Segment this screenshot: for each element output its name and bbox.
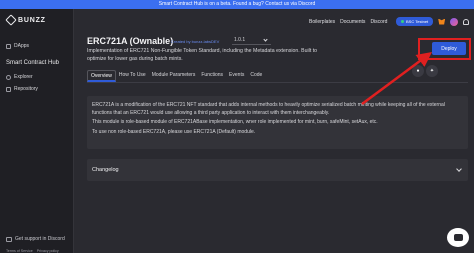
top-navigation: Boilerplates Documents Discord bbox=[309, 17, 387, 26]
contract-title: ERC721A (Ownable) bbox=[87, 36, 174, 46]
chat-icon bbox=[453, 234, 463, 241]
repository-icon bbox=[6, 86, 11, 92]
sidebar-item-label: Explorer bbox=[14, 74, 33, 80]
bunzz-logo-icon bbox=[5, 14, 17, 26]
contract-description: Implementation of ERC721 Non-Fungible To… bbox=[87, 48, 318, 62]
changelog-accordion[interactable]: Changelog bbox=[87, 159, 468, 181]
logo-text: BUNZZ bbox=[18, 16, 46, 24]
privacy-link[interactable]: Privacy policy bbox=[37, 249, 59, 253]
tab-code[interactable]: Code bbox=[247, 70, 265, 82]
sidebar-section-title: Smart Contract Hub bbox=[6, 60, 60, 66]
top-right-controls: BSC Testnet bbox=[396, 17, 470, 26]
nav-discord[interactable]: Discord bbox=[370, 19, 387, 25]
chat-button[interactable] bbox=[447, 228, 469, 247]
overview-paragraph: This module is role-based module of ERC7… bbox=[92, 119, 378, 125]
bunzz-logo[interactable]: BUNZZ bbox=[5, 14, 46, 26]
avatar[interactable] bbox=[450, 17, 459, 26]
tab-functions[interactable]: Functions bbox=[198, 70, 226, 82]
sidebar: BUNZZ DApps Smart Contract Hub Explorer … bbox=[0, 9, 74, 253]
created-by-link[interactable]: Created by bunzz-labsDEV bbox=[171, 39, 219, 44]
overview-paragraph: ERC721A is a modification of the ERC721 … bbox=[92, 102, 445, 116]
nav-documents[interactable]: Documents bbox=[340, 19, 365, 25]
announcement-banner: Smart Contract Hub is on a beta. Found a… bbox=[0, 0, 474, 9]
tab-events[interactable]: Events bbox=[226, 70, 247, 82]
sidebar-item-label: DApps bbox=[14, 43, 30, 49]
tab-how-to-use[interactable]: How To Use bbox=[116, 70, 149, 82]
overview-paragraph: To use non role-based ERC721A, please us… bbox=[92, 128, 256, 135]
changelog-label: Changelog bbox=[92, 167, 119, 173]
nav-boilerplates[interactable]: Boilerplates bbox=[309, 19, 335, 25]
chevron-down-icon bbox=[263, 36, 268, 42]
discord-support-link[interactable]: Get support in Discord bbox=[6, 236, 65, 242]
twitter-icon[interactable]: ✦ bbox=[426, 65, 438, 77]
chevron-down-icon bbox=[456, 166, 462, 172]
tab-module-parameters[interactable]: Module Parameters bbox=[149, 70, 199, 82]
footer-links: Terms of Service Privacy policy bbox=[6, 249, 59, 253]
overview-panel: ERC721A is a modification of the ERC721 … bbox=[87, 96, 468, 149]
version-value: 1.0.1 bbox=[234, 37, 246, 43]
version-select[interactable]: 1.0.1 bbox=[232, 36, 271, 45]
sidebar-item-label: Repository bbox=[14, 86, 38, 92]
tab-overview[interactable]: Overview bbox=[87, 70, 116, 82]
status-dot-icon bbox=[401, 20, 404, 23]
support-label: Get support in Discord bbox=[15, 236, 65, 242]
network-label: BSC Testnet bbox=[406, 19, 429, 24]
network-selector[interactable]: BSC Testnet bbox=[396, 17, 434, 26]
tab-bar: Overview How To Use Module Parameters Fu… bbox=[87, 70, 265, 82]
compass-icon bbox=[6, 74, 11, 80]
sidebar-item-explorer[interactable]: Explorer bbox=[6, 73, 33, 81]
tab-divider bbox=[87, 82, 468, 83]
sidebar-item-dapps[interactable]: DApps bbox=[6, 42, 29, 50]
sidebar-item-repository[interactable]: Repository bbox=[6, 85, 38, 93]
grid-icon bbox=[6, 43, 11, 49]
github-icon[interactable]: ● bbox=[412, 65, 424, 77]
metamask-icon[interactable] bbox=[438, 18, 446, 25]
deploy-button[interactable]: Deploy bbox=[432, 42, 466, 55]
terms-link[interactable]: Terms of Service bbox=[6, 249, 33, 253]
discord-icon bbox=[6, 236, 12, 242]
bell-icon[interactable] bbox=[463, 18, 470, 25]
